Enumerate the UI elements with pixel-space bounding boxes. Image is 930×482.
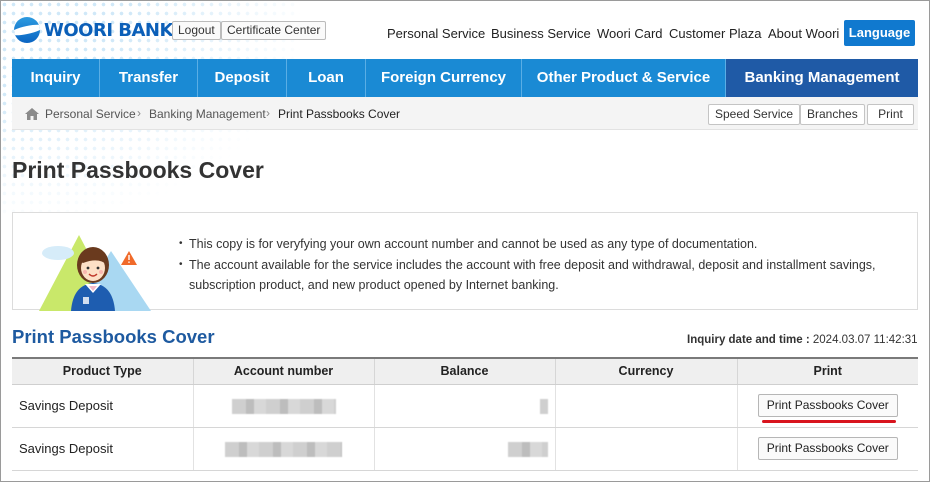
top-menu-woori-card[interactable]: Woori Card [597,26,663,41]
logo-text: WOORI BANK [44,19,173,41]
inquiry-label: Inquiry date and time : [687,334,810,346]
top-menu-customer-plaza[interactable]: Customer Plaza [669,26,761,41]
breadcrumb: Personal Service › Banking Management › … [12,97,918,130]
account-number-cell [192,427,374,471]
woori-logo-icon [14,17,40,43]
currency-cell [554,384,737,428]
branches-button[interactable]: Branches [800,104,865,125]
nav-foreign-currency[interactable]: Foreign Currency [366,59,522,97]
section-title: Print Passbooks Cover [12,326,215,347]
account-number-cell [192,384,374,428]
masked-balance [539,398,548,414]
home-icon[interactable] [25,108,39,120]
chevron-right-icon: › [266,106,270,120]
col-balance: Balance [373,357,555,385]
print-passbooks-cover-button[interactable]: Print Passbooks Cover [757,394,898,417]
passbook-table: Product Type Account number Balance Curr… [12,357,918,471]
col-product-type: Product Type [12,357,193,385]
inquiry-value: 2024.03.07 11:42:31 [812,334,918,346]
inquiry-datetime: Inquiry date and time : 2024.03.07 11:42… [687,334,918,346]
page-title: Print Passbooks Cover [12,157,264,183]
logout-button[interactable]: Logout [172,21,221,40]
top-menu-about-woori[interactable]: About Woori [768,26,839,41]
notice-list: This copy is for veryfying your own acco… [179,234,904,296]
table-row: Savings Deposit Print Passbooks Cover [12,427,918,471]
nav-inquiry[interactable]: Inquiry [12,59,100,97]
product-type-cell: Savings Deposit [12,384,193,428]
language-button[interactable]: Language [844,20,915,46]
woori-bank-logo[interactable]: WOORI BANK [14,17,173,43]
chevron-right-icon: › [137,106,141,120]
nav-banking-management[interactable]: Banking Management [726,59,918,97]
certificate-center-button[interactable]: Certificate Center [221,21,327,40]
banker-illustration-icon [39,235,151,311]
breadcrumb-current: Print Passbooks Cover [278,107,401,121]
highlight-underline [762,420,896,423]
print-passbooks-cover-button[interactable]: Print Passbooks Cover [757,437,898,460]
breadcrumb-personal-service[interactable]: Personal Service [45,107,136,121]
print-page-button[interactable]: Print [867,104,914,125]
nav-transfer[interactable]: Transfer [100,59,198,97]
balance-cell [373,384,555,428]
top-menu-business-service[interactable]: Business Service [491,26,591,41]
top-menu-personal-service[interactable]: Personal Service [387,26,485,41]
masked-account-number [231,398,336,414]
breadcrumb-banking-management[interactable]: Banking Management [149,107,266,121]
masked-balance [507,441,548,457]
notice-item: This copy is for veryfying your own acco… [179,234,904,255]
nav-loan[interactable]: Loan [287,59,366,97]
currency-cell [554,427,737,471]
balance-cell [373,427,555,471]
speed-service-button[interactable]: Speed Service [708,104,801,125]
main-nav: Inquiry Transfer Deposit Loan Foreign Cu… [12,59,918,97]
col-account-number: Account number [192,357,374,385]
col-print: Print [736,357,918,385]
notice-item: The account available for the service in… [179,255,904,296]
notice-box: This copy is for veryfying your own acco… [12,212,918,311]
table-header-row: Product Type Account number Balance Curr… [12,357,918,385]
print-cell: Print Passbooks Cover [736,427,918,471]
masked-account-number [225,441,342,457]
nav-deposit[interactable]: Deposit [198,59,287,97]
col-currency: Currency [554,357,737,385]
nav-other-product-service[interactable]: Other Product & Service [522,59,726,97]
product-type-cell: Savings Deposit [12,427,193,471]
